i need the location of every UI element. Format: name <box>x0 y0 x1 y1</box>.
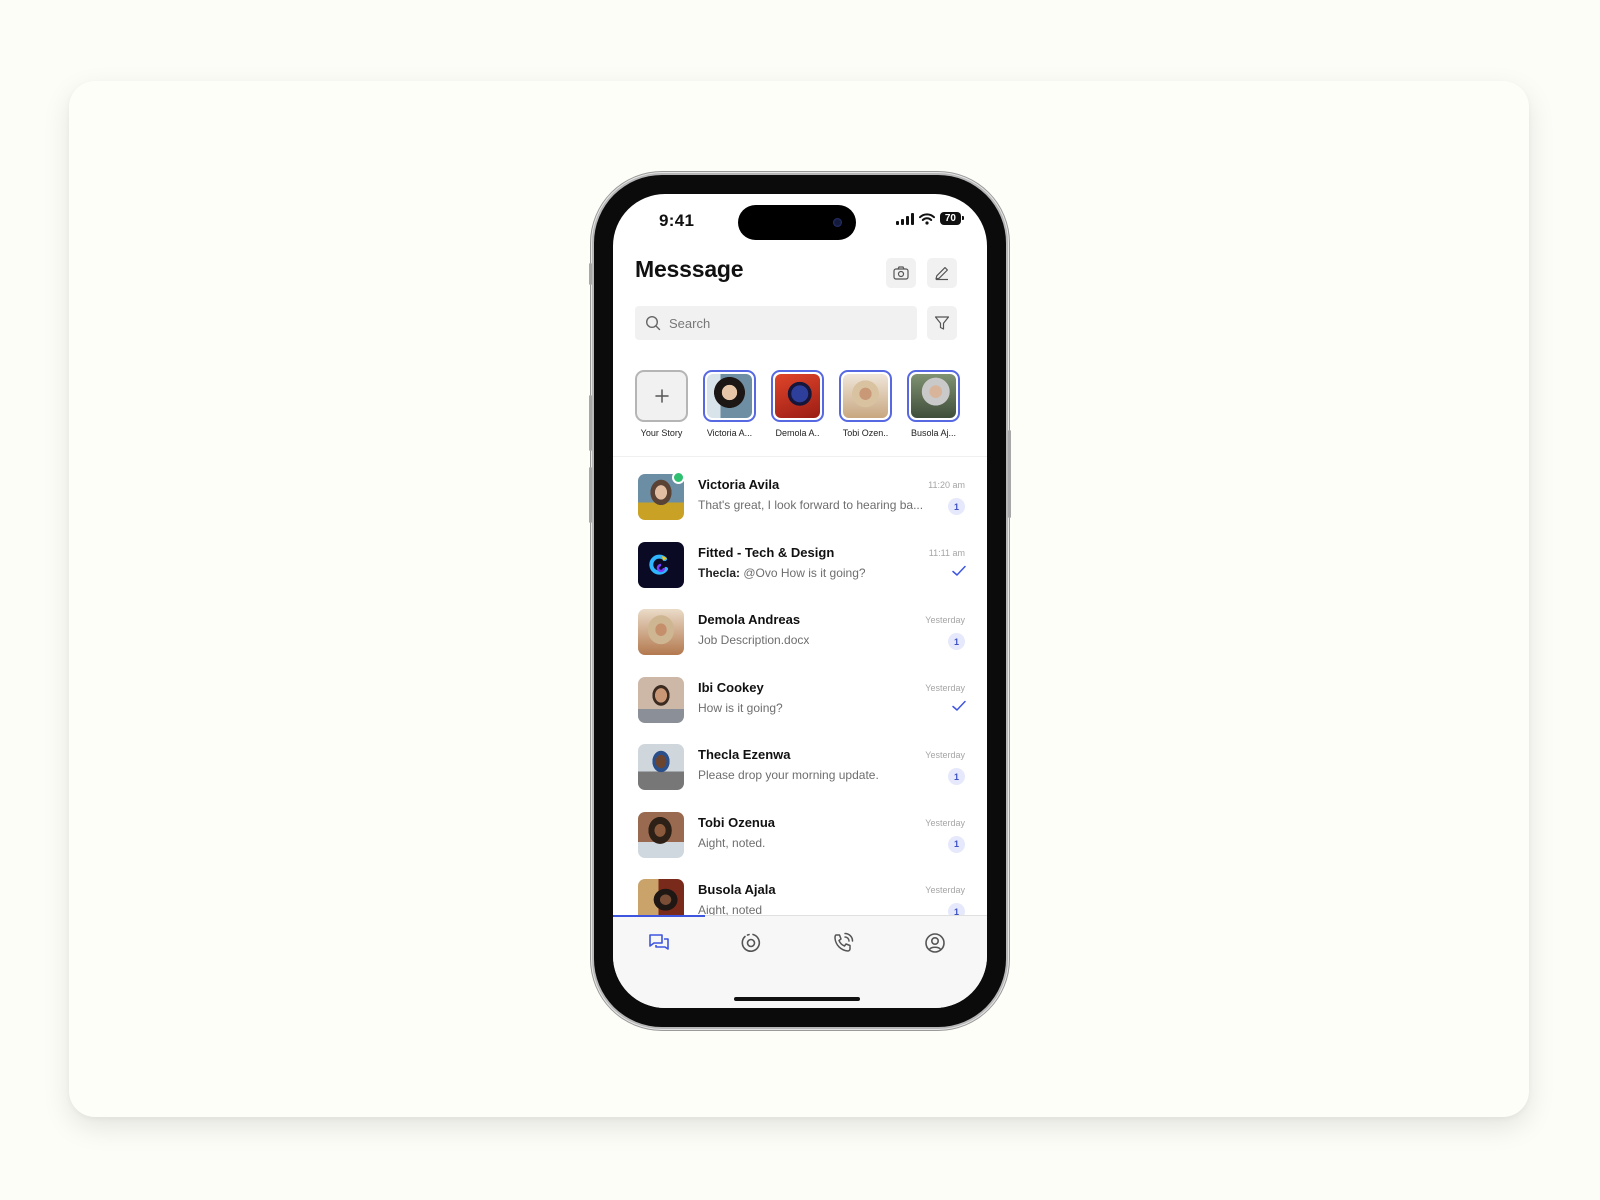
search-input[interactable] <box>669 315 889 331</box>
story-label: Demola A.. <box>775 428 820 438</box>
add-story-button[interactable] <box>635 370 688 422</box>
stories-row: Your Story Victoria A... Demola A.. Tobi… <box>635 370 960 438</box>
chat-time: Yesterday <box>925 750 965 760</box>
status-icon <box>741 933 761 952</box>
chat-preview-text: @Ovo How is it going? <box>740 565 866 580</box>
chat-row[interactable]: Busola Ajala Aight, noted Yesterday 1 <box>613 869 987 915</box>
story-label: Your Story <box>640 428 683 438</box>
chat-time: 11:20 am <box>928 480 965 490</box>
chat-row[interactable]: Tobi Ozenua Aight, noted. Yesterday 1 <box>613 802 987 870</box>
search-bar[interactable] <box>635 306 917 340</box>
filter-button[interactable] <box>927 306 957 340</box>
edit-icon <box>935 267 948 281</box>
avatar <box>638 609 684 655</box>
avatar <box>638 811 684 858</box>
bottom-tab-bar <box>613 915 987 1008</box>
status-time: 9:41 <box>659 211 695 230</box>
story-item[interactable]: Tobi Ozen.. <box>839 370 892 438</box>
tab-messages[interactable] <box>646 930 672 956</box>
group-avatar <box>638 541 684 588</box>
avatar <box>638 676 684 723</box>
avatar <box>638 744 684 790</box>
chat-time: Yesterday <box>925 885 965 895</box>
status-icons: 70 <box>895 212 965 225</box>
story-avatar <box>911 374 956 418</box>
dynamic-island <box>738 205 856 240</box>
chat-bubbles-icon <box>649 934 669 950</box>
chat-preview: Job Description.docx <box>698 633 810 647</box>
chat-preview: Aight, noted <box>698 903 763 915</box>
phone-frame: 9:41 70 Messsage Search Your Story Victo… <box>589 175 1011 1027</box>
camera-icon <box>893 266 909 280</box>
unread-badge: 1 <box>948 903 965 915</box>
chat-row[interactable]: Victoria Avila That's great, I look forw… <box>613 464 987 532</box>
chat-name: Ibi Cookey <box>698 679 764 695</box>
action-button <box>589 263 592 285</box>
chat-time: Yesterday <box>925 682 965 693</box>
camera-button[interactable] <box>886 258 916 288</box>
chat-time: Yesterday <box>925 817 965 828</box>
wifi-icon <box>918 212 935 225</box>
volume-up-button <box>589 395 592 451</box>
sent-check-icon <box>952 565 966 576</box>
chat-time: 11:11 am <box>928 547 965 558</box>
chat-row[interactable]: Ibi Cookey How is it going? Yesterday <box>613 667 987 735</box>
active-tab-indicator <box>613 915 705 917</box>
volume-down-button <box>589 467 592 523</box>
avatar <box>638 879 684 915</box>
phone-icon <box>834 932 854 952</box>
chat-time: Yesterday <box>925 615 965 625</box>
sent-check-icon <box>952 700 966 711</box>
chat-sender: Thecla: <box>698 565 741 580</box>
unread-badge: 1 <box>948 768 965 785</box>
unread-badge: 1 <box>948 633 965 650</box>
tab-status[interactable] <box>738 930 764 956</box>
power-button <box>1008 430 1011 518</box>
chat-name: Busola Ajala <box>698 882 776 897</box>
story-your-story[interactable]: Your Story <box>635 370 688 438</box>
battery-indicator: 70 <box>939 212 965 225</box>
app-screen: 9:41 70 Messsage Search Your Story Victo… <box>613 194 987 1008</box>
front-camera <box>833 218 842 227</box>
chat-name: Fitted - Tech & Design <box>698 544 835 560</box>
story-avatar <box>707 374 752 418</box>
section-divider <box>613 456 987 457</box>
story-avatar <box>775 374 820 418</box>
chat-name: Victoria Avila <box>698 477 780 492</box>
chat-name: Tobi Ozenua <box>698 814 776 830</box>
chat-preview: That's great, I look forward to hearing … <box>698 498 924 512</box>
profile-icon <box>925 933 945 953</box>
chat-list[interactable]: Victoria Avila That's great, I look forw… <box>613 464 987 915</box>
chat-preview: How is it going? <box>698 700 783 715</box>
story-item[interactable]: Demola A.. <box>771 370 824 438</box>
filter-icon <box>934 316 950 330</box>
chat-name: Thecla Ezenwa <box>698 747 791 762</box>
unread-badge: 1 <box>948 498 965 515</box>
compose-button[interactable] <box>927 258 957 288</box>
chat-row[interactable]: Thecla Ezenwa Please drop your morning u… <box>613 734 987 802</box>
unread-badge: 1 <box>948 835 965 853</box>
search-icon <box>645 315 661 331</box>
chat-name: Demola Andreas <box>698 612 801 627</box>
fitted-logo-icon <box>649 554 668 575</box>
story-label: Tobi Ozen.. <box>842 428 889 438</box>
plus-icon <box>654 389 669 403</box>
chat-preview: Please drop your morning update. <box>698 768 879 782</box>
tab-profile[interactable] <box>922 930 948 956</box>
story-item[interactable]: Victoria A... <box>703 370 756 438</box>
online-indicator <box>672 471 685 484</box>
story-avatar <box>843 374 888 418</box>
story-item[interactable]: Busola Aj... <box>907 370 960 438</box>
page-title: Messsage <box>635 256 744 282</box>
chat-preview: Thecla: @Ovo How is it going? <box>698 566 866 580</box>
chat-row[interactable]: Fitted - Tech & Design Thecla: @Ovo How … <box>613 532 987 600</box>
story-label: Victoria A... <box>706 428 753 438</box>
signal-icon <box>895 212 914 225</box>
story-label: Busola Aj... <box>910 428 957 438</box>
tab-calls[interactable] <box>830 930 856 956</box>
chat-row[interactable]: Demola Andreas Job Description.docx Yest… <box>613 599 987 667</box>
home-indicator[interactable] <box>734 997 860 1001</box>
chat-preview: Aight, noted. <box>698 835 766 850</box>
